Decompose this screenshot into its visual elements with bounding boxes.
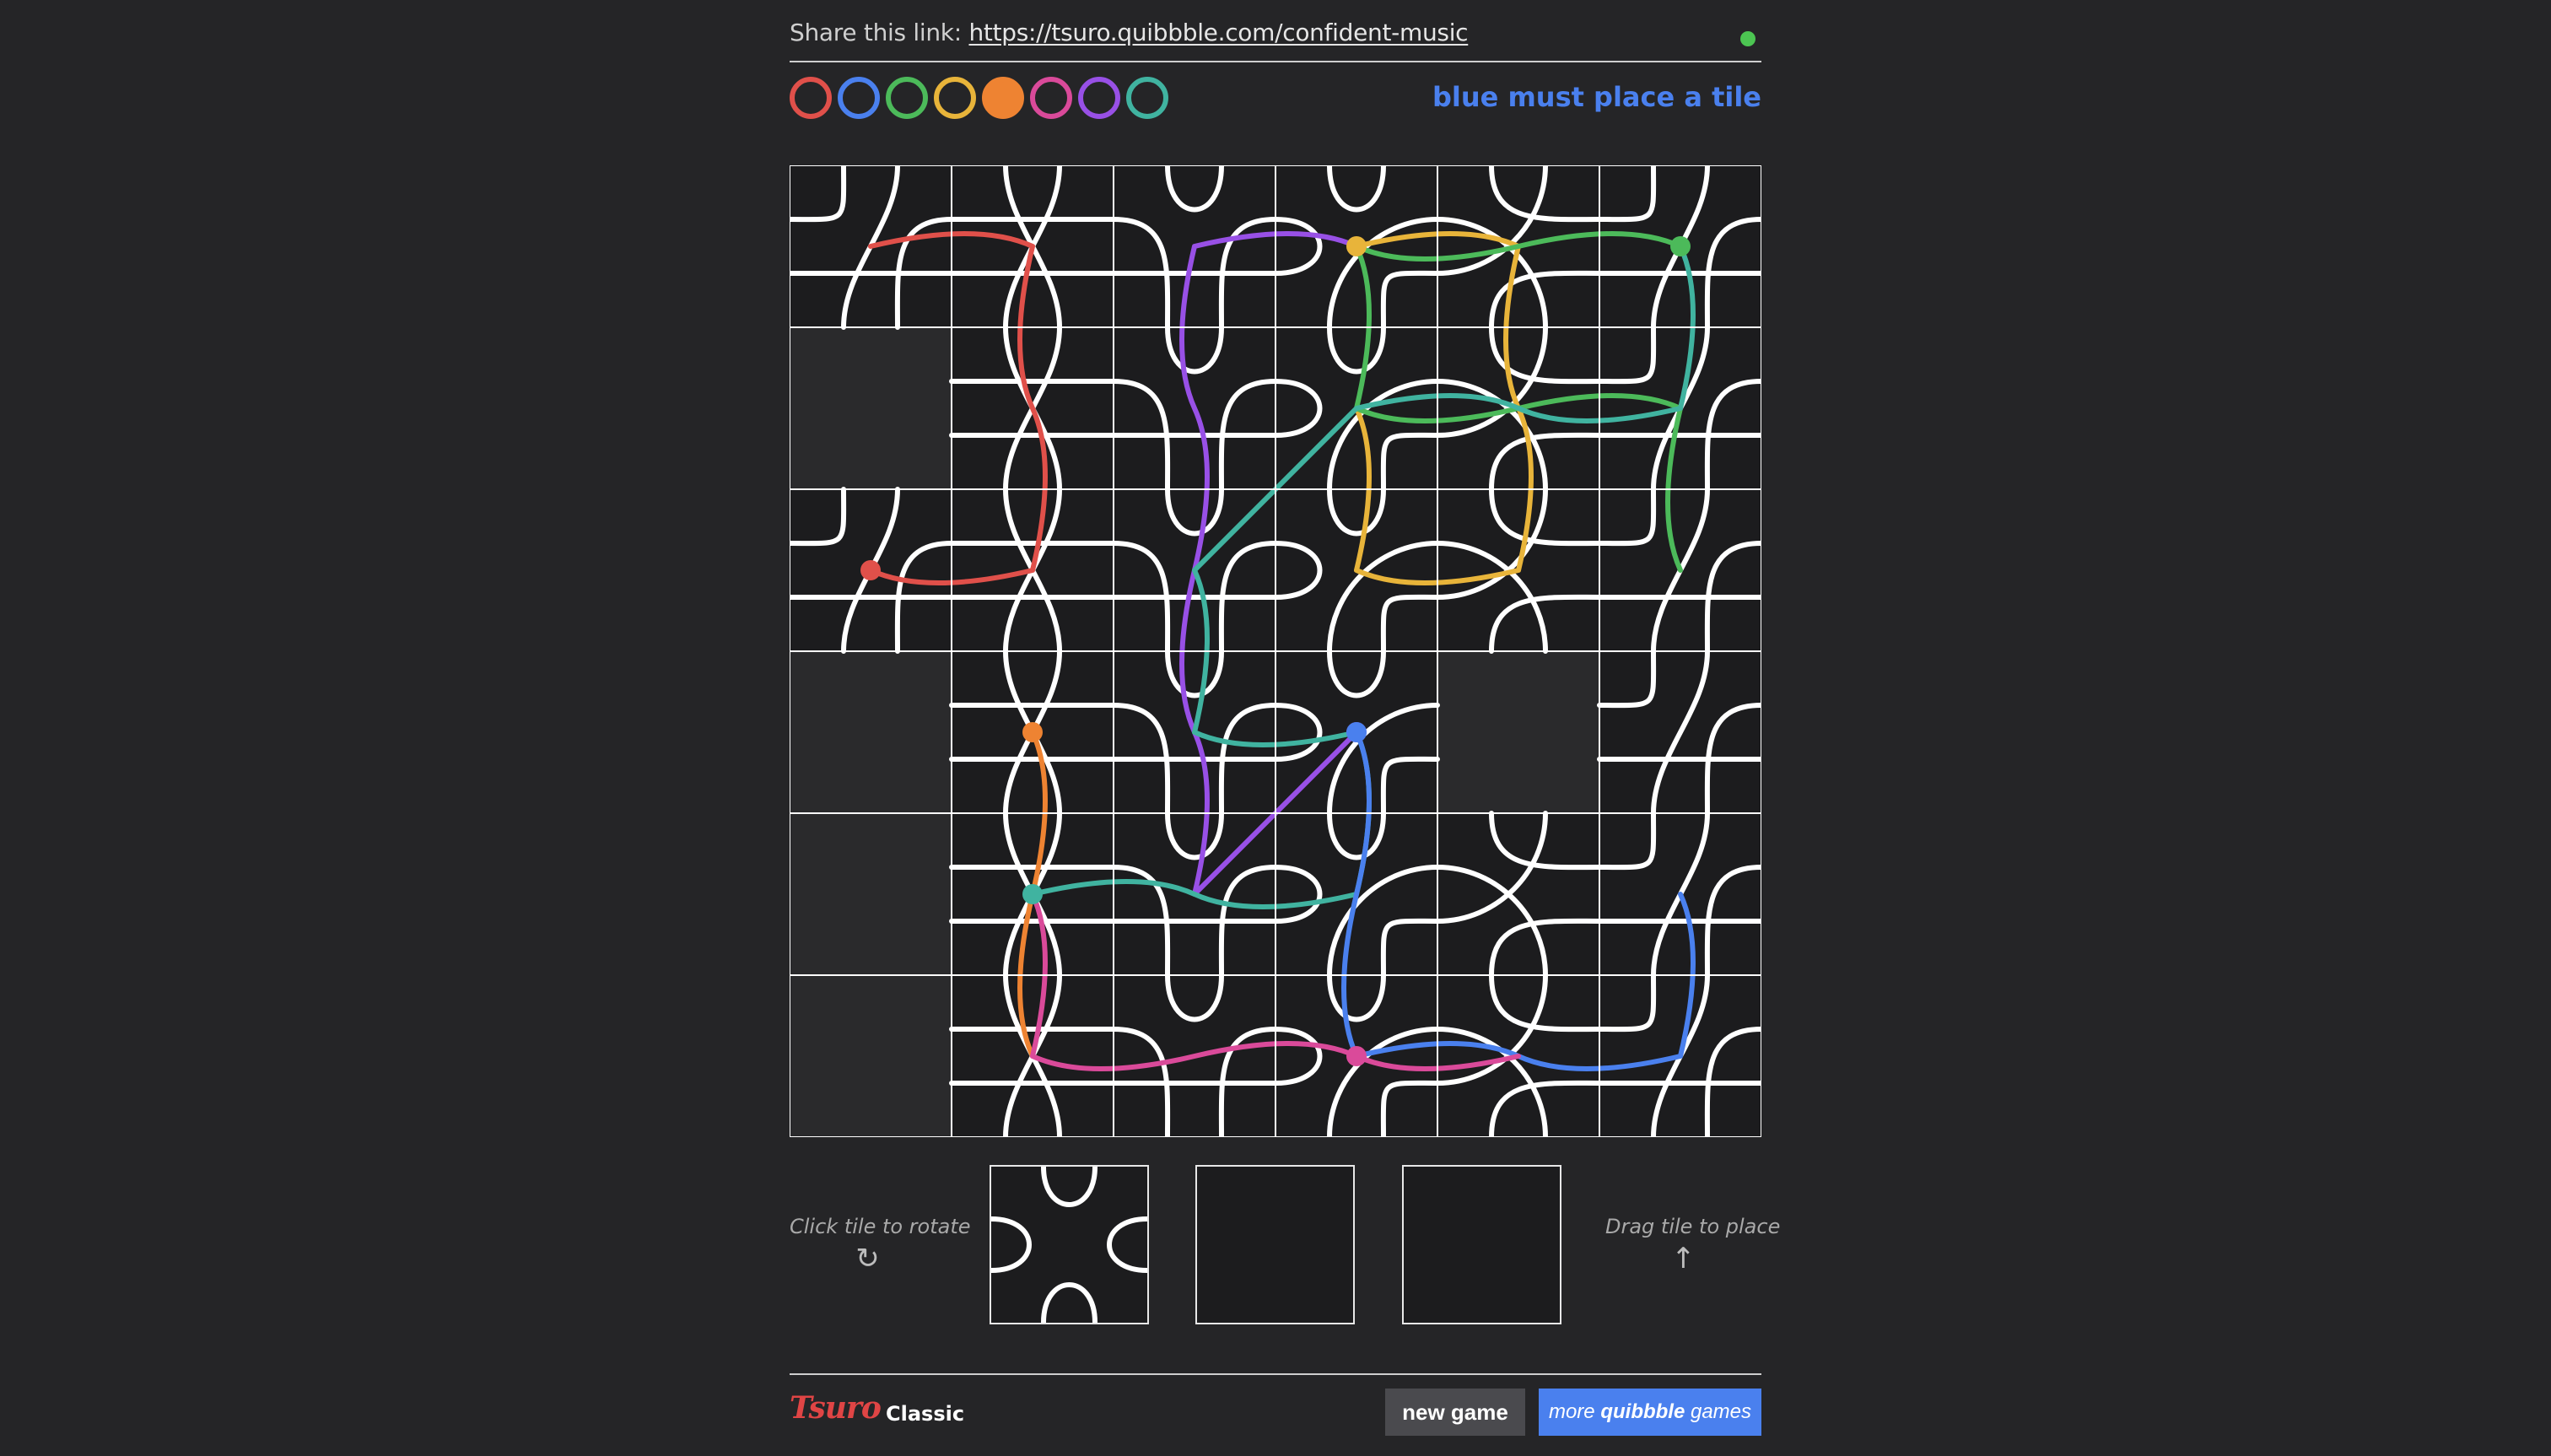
player-red-marker — [790, 77, 832, 119]
empty-cell[interactable] — [1437, 651, 1599, 813]
share-link-row: Share this link: https://tsuro.quibbble.… — [790, 19, 1469, 46]
player-purple-marker — [1078, 77, 1120, 119]
empty-cell[interactable] — [790, 975, 952, 1137]
bottom-divider — [790, 1373, 1761, 1375]
track-segment — [1327, 649, 1386, 698]
hand-tile-tracks — [991, 1167, 1147, 1323]
track-segment — [790, 487, 847, 547]
teal-token — [1022, 884, 1043, 904]
new-game-button[interactable]: new game — [1385, 1389, 1525, 1436]
track-segment — [1273, 1027, 1323, 1086]
green-token — [1670, 236, 1691, 256]
yellow-token — [1346, 236, 1367, 256]
rotate-icon: ↻ — [855, 1242, 880, 1275]
turn-status: blue must place a tile — [1432, 81, 1761, 113]
track-segment — [1327, 487, 1386, 537]
red-token — [860, 560, 881, 580]
track-segment — [1165, 649, 1224, 698]
track-segment — [1380, 432, 1440, 492]
edition-label: Classic — [886, 1402, 965, 1426]
orange-token — [1022, 722, 1043, 742]
track-segment — [1165, 165, 1224, 213]
track-segment — [1327, 811, 1386, 860]
track-segment — [1165, 325, 1224, 375]
track-segment — [1597, 973, 1657, 1033]
game-board[interactable] — [790, 165, 1761, 1137]
more-games-brand: quibbble — [1600, 1400, 1685, 1423]
more-games-pre: more — [1548, 1400, 1595, 1423]
board-svg — [790, 165, 1761, 1137]
track-segment — [1597, 165, 1657, 223]
track-segment — [1327, 973, 1386, 1022]
tsuro-logo: Tsuro — [790, 1390, 882, 1426]
arrow-up-icon: ↑ — [1671, 1242, 1696, 1275]
track-segment — [1273, 541, 1323, 600]
player-orange-marker — [982, 77, 1024, 119]
track-segment — [1273, 865, 1323, 924]
rotate-hint: Click tile to rotate ↻ — [790, 1215, 971, 1275]
track-segment — [1597, 811, 1657, 871]
track-segment — [1380, 1080, 1440, 1137]
empty-cell[interactable] — [790, 327, 952, 489]
blue-token — [1346, 722, 1367, 742]
hand-tile-1[interactable] — [990, 1165, 1149, 1324]
track-segment — [1380, 918, 1440, 978]
top-divider — [790, 61, 1761, 62]
hand-tile-2[interactable] — [1195, 1165, 1355, 1324]
place-hint: Drag tile to place ↑ — [1605, 1215, 1780, 1275]
track-segment — [1380, 756, 1440, 816]
more-games-post: games — [1690, 1400, 1752, 1423]
player-pink-marker — [1030, 77, 1072, 119]
player-blue-marker — [838, 77, 880, 119]
pink-token — [1346, 1046, 1367, 1066]
track-segment — [1327, 325, 1386, 375]
track-segment — [1273, 703, 1323, 762]
track-segment — [1380, 270, 1440, 330]
empty-cell[interactable] — [790, 651, 952, 813]
hand-track-segment — [1107, 1216, 1147, 1273]
hand-tile-1-paths — [991, 1167, 1147, 1323]
hand-track-segment — [1041, 1167, 1098, 1207]
player-yellow-marker — [934, 77, 976, 119]
track-segment — [1597, 487, 1657, 547]
track-segment — [1327, 165, 1386, 213]
share-url-link[interactable]: https://tsuro.quibbble.com/confident-mus… — [968, 19, 1468, 46]
player-green-marker — [886, 77, 928, 119]
game-page: Share this link: https://tsuro.quibbble.… — [0, 0, 2551, 1456]
track-segment — [1273, 217, 1323, 276]
place-hint-text: Drag tile to place — [1605, 1215, 1781, 1238]
player-teal-marker — [1126, 77, 1168, 119]
rotate-hint-text: Click tile to rotate — [790, 1215, 971, 1238]
share-label: Share this link: — [790, 19, 962, 46]
track-segment — [1165, 973, 1224, 1022]
hand-track-segment — [1041, 1282, 1098, 1323]
track-segment — [1651, 649, 1710, 816]
more-games-button[interactable]: more quibbble games — [1539, 1389, 1761, 1436]
hand-tile-3[interactable] — [1402, 1165, 1561, 1324]
empty-cell[interactable] — [790, 813, 952, 975]
track-segment — [1597, 325, 1657, 385]
track-segment — [1165, 811, 1224, 860]
track-segment — [1597, 649, 1657, 709]
track-segment — [1165, 487, 1224, 537]
track-segment — [790, 165, 847, 223]
track-segment — [1380, 594, 1440, 654]
hand-track-segment — [991, 1216, 1032, 1273]
connection-status-dot — [1740, 31, 1755, 46]
track-segment — [1273, 379, 1323, 438]
